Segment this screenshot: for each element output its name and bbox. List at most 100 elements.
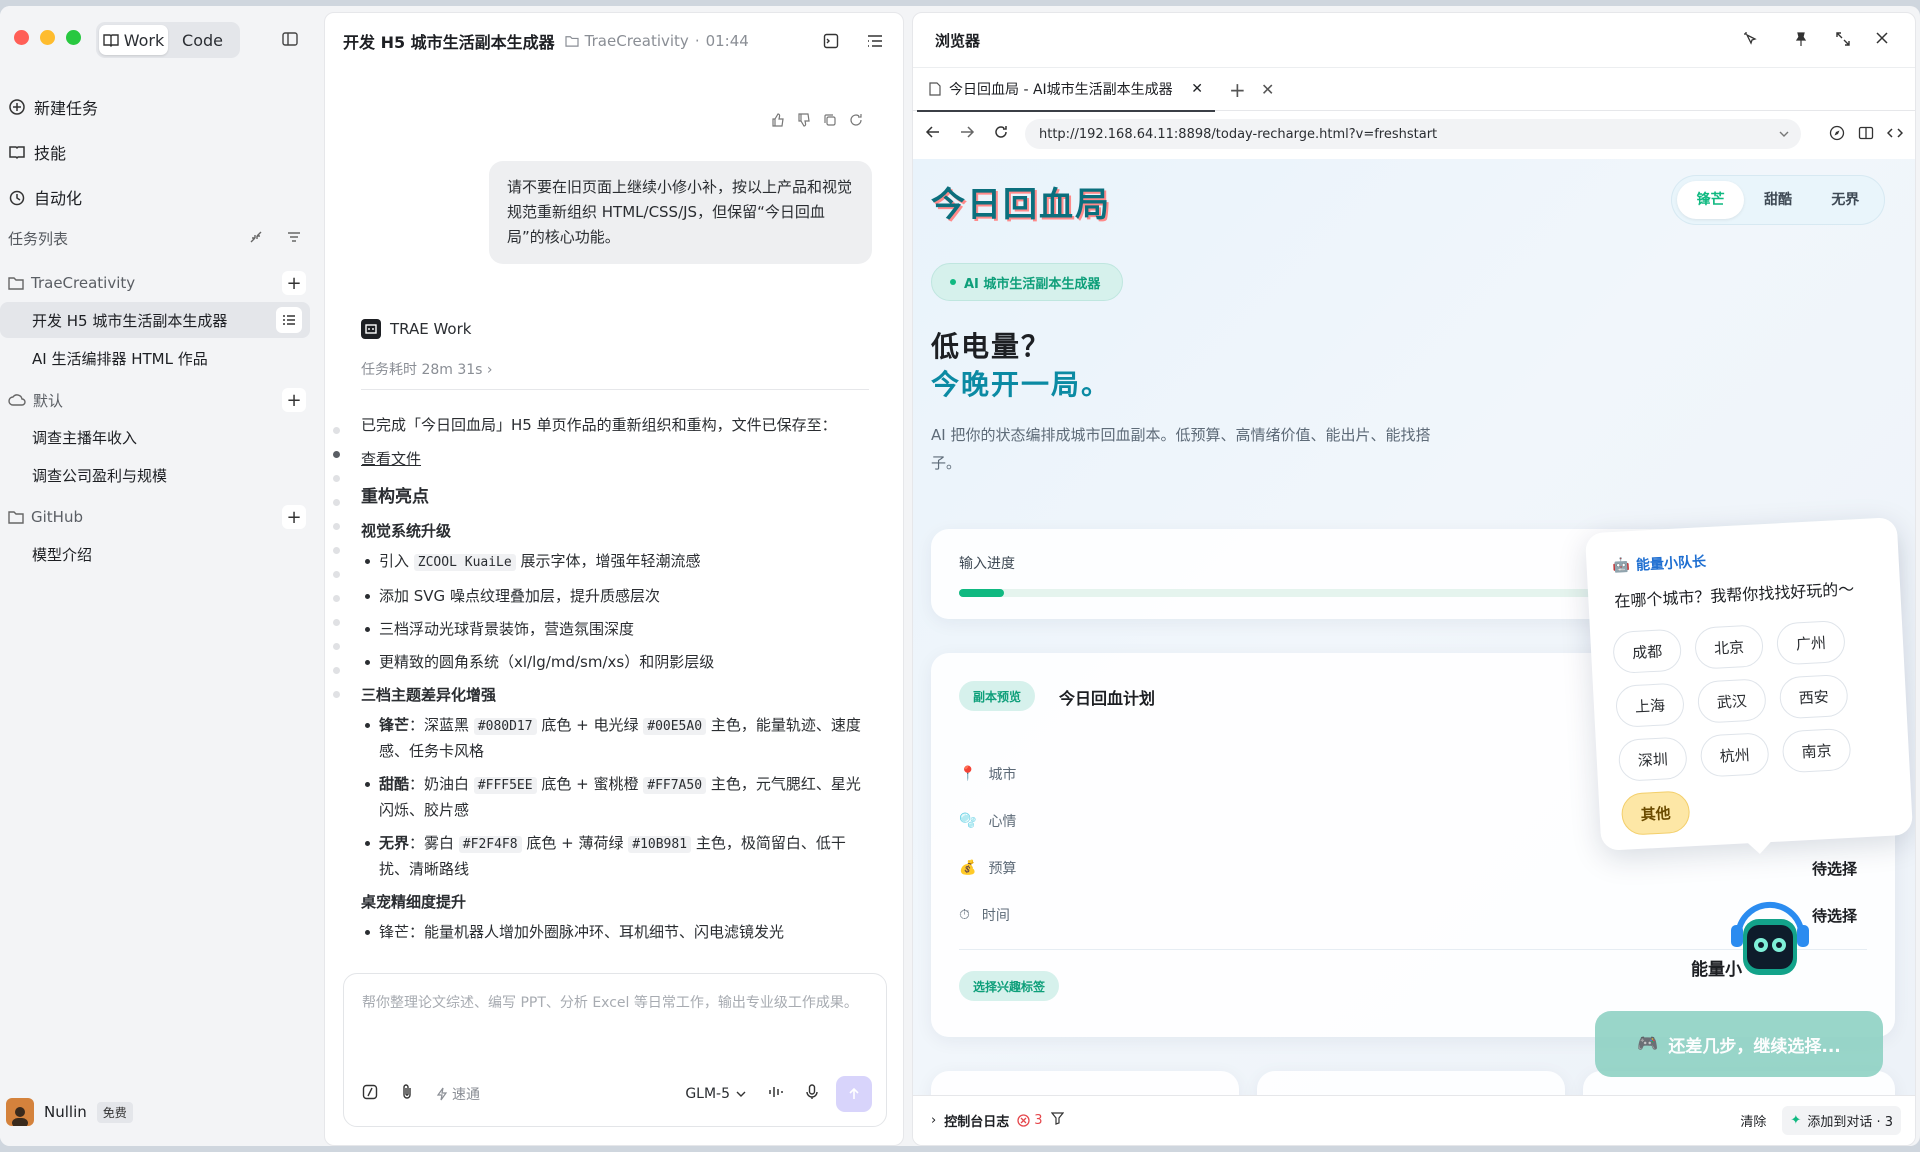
row-label: 预算 (988, 861, 1017, 877)
add-task-button[interactable]: + (282, 388, 306, 412)
chevron-right-icon[interactable]: › (931, 1113, 936, 1128)
maximize-window-button[interactable] (66, 30, 81, 45)
plan-row-budget[interactable]: 💰 预算 待选择 (959, 853, 1867, 883)
close-icon[interactable] (1875, 31, 1889, 49)
hero-line-2: 今晚开一局。 (931, 368, 1112, 401)
filter-icon[interactable] (286, 229, 302, 249)
skills-icon (9, 146, 25, 160)
task-item[interactable]: 调查公司盈利与规模 (0, 457, 310, 493)
send-button[interactable] (836, 1076, 872, 1112)
microphone-icon[interactable] (806, 1084, 818, 1104)
minimize-window-button[interactable] (40, 30, 55, 45)
timeline-dot[interactable] (333, 427, 340, 434)
element-picker-icon[interactable] (1743, 31, 1759, 51)
city-option[interactable]: 杭州 (1699, 732, 1770, 778)
add-task-button[interactable]: + (282, 271, 306, 295)
timeline-dot[interactable] (333, 691, 340, 698)
view-file-link[interactable]: 查看文件 (361, 450, 421, 468)
thumbs-down-icon[interactable] (797, 113, 811, 131)
timeline-dot[interactable] (333, 451, 340, 458)
timeline-dot[interactable] (333, 619, 340, 626)
timeline-dot[interactable] (333, 667, 340, 674)
reader-icon[interactable] (1858, 125, 1874, 145)
timeline-dot[interactable] (333, 523, 340, 530)
outline-icon[interactable] (867, 33, 883, 53)
close-window-button[interactable] (14, 30, 29, 45)
city-option[interactable]: 上海 (1614, 682, 1686, 728)
city-option[interactable]: 西安 (1778, 673, 1849, 720)
chevron-down-icon[interactable] (1779, 130, 1789, 138)
city-option[interactable]: 北京 (1693, 624, 1765, 670)
sidebar-toggle-icon[interactable] (282, 32, 298, 50)
speed-mode-toggle[interactable]: 速通 (436, 1084, 480, 1104)
collapse-icon[interactable] (248, 229, 264, 249)
theme-option-wujie[interactable]: 无界 (1812, 181, 1879, 219)
task-duration[interactable]: 任务耗时 28m 31s › (361, 359, 493, 379)
thumbs-up-icon[interactable] (771, 113, 785, 131)
timeline-dot[interactable] (333, 595, 340, 602)
timeline-dot[interactable] (333, 547, 340, 554)
task-item[interactable]: AI 生活编排器 HTML 作品 (0, 340, 310, 376)
model-selector[interactable]: GLM-5 (685, 1086, 746, 1102)
close-all-tabs-icon[interactable]: ✕ (1261, 80, 1274, 99)
expand-icon[interactable] (1835, 31, 1851, 51)
city-option[interactable]: 广州 (1775, 619, 1846, 666)
nav-automation[interactable]: 自动化 (8, 177, 308, 217)
pin-icon[interactable] (1793, 31, 1809, 51)
city-option[interactable]: 南京 (1781, 727, 1852, 774)
theme-option-tianku[interactable]: 甜酷 (1744, 181, 1811, 219)
nav-skills[interactable]: 技能 (8, 132, 308, 172)
copy-icon[interactable] (823, 113, 837, 131)
console-label[interactable]: 控制台日志 (944, 1111, 1009, 1130)
timeline-dot[interactable] (333, 499, 340, 506)
add-task-button[interactable]: + (282, 505, 306, 529)
message-composer[interactable]: 帮你整理论文综述、编写 PPT、分析 Excel 等日常工作，输出专业级工作成果… (343, 973, 887, 1127)
interest-tag-button[interactable]: 选择兴趣标签 (959, 971, 1060, 1001)
continue-button[interactable]: 🎮 还差几步，继续选择... (1595, 1011, 1883, 1077)
task-title: 开发 H5 城市生活副本生成器 (32, 311, 228, 330)
user-profile[interactable]: Nullin 免费 (6, 1098, 133, 1126)
attach-icon[interactable] (400, 1084, 414, 1104)
group-default[interactable]: 默认 + (8, 383, 308, 417)
group-traecreativity[interactable]: TraeCreativity + (8, 266, 308, 300)
back-icon[interactable] (925, 124, 941, 144)
url-field[interactable]: http://192.168.64.11:8898/today-recharge… (1025, 119, 1801, 149)
new-tab-button[interactable]: + (1229, 78, 1246, 102)
gamepad-icon: 🎮 (1637, 1034, 1659, 1054)
error-count[interactable]: 3 (1017, 1113, 1043, 1128)
city-option-other[interactable]: 其他 (1620, 790, 1691, 836)
browser-header: 浏览器 (913, 13, 1915, 67)
browser-tab-active[interactable]: 今日回血局 - AI城市生活副本生成器 ✕ (917, 68, 1215, 112)
timeline-dot[interactable] (333, 571, 340, 578)
mode-code-tab[interactable]: Code (168, 25, 237, 55)
forward-icon[interactable] (959, 124, 975, 144)
nav-new-task[interactable]: 新建任务 (8, 87, 308, 127)
task-list-icon[interactable] (276, 307, 302, 333)
speed-label: 速通 (452, 1087, 480, 1103)
clear-button[interactable]: 清除 (1740, 1111, 1766, 1130)
timeline-dot[interactable] (333, 643, 340, 650)
close-tab-icon[interactable]: ✕ (1191, 81, 1203, 97)
theme-option-fengmang[interactable]: 锋芒 (1677, 181, 1745, 219)
task-item[interactable]: 模型介绍 (0, 536, 310, 572)
compass-icon[interactable] (1829, 125, 1845, 145)
add-to-chat-button[interactable]: ✦ 添加到对话 · 3 (1782, 1106, 1901, 1135)
robot-pet-icon[interactable] (1725, 885, 1815, 985)
task-item-active[interactable]: 开发 H5 城市生活副本生成器 (0, 302, 310, 338)
timeline-dot[interactable] (333, 475, 340, 482)
slash-command-icon[interactable] (362, 1084, 378, 1104)
voice-wave-icon[interactable] (768, 1085, 784, 1103)
filter-icon[interactable] (1050, 1112, 1064, 1129)
code-icon[interactable] (1886, 125, 1904, 145)
composer-placeholder[interactable]: 帮你整理论文综述、编写 PPT、分析 Excel 等日常工作，输出专业级工作成果… (362, 992, 868, 1014)
reload-icon[interactable] (993, 124, 1009, 144)
task-item[interactable]: 调查主播年收入 (0, 419, 310, 455)
chevron-down-icon (736, 1091, 746, 1097)
group-github[interactable]: GitHub + (8, 500, 308, 534)
city-option[interactable]: 深圳 (1617, 736, 1688, 782)
city-option[interactable]: 武汉 (1696, 678, 1767, 724)
preview-icon[interactable] (823, 33, 839, 53)
mode-work-tab[interactable]: Work (99, 25, 168, 55)
regenerate-icon[interactable] (849, 113, 863, 131)
city-option[interactable]: 成都 (1612, 628, 1683, 675)
